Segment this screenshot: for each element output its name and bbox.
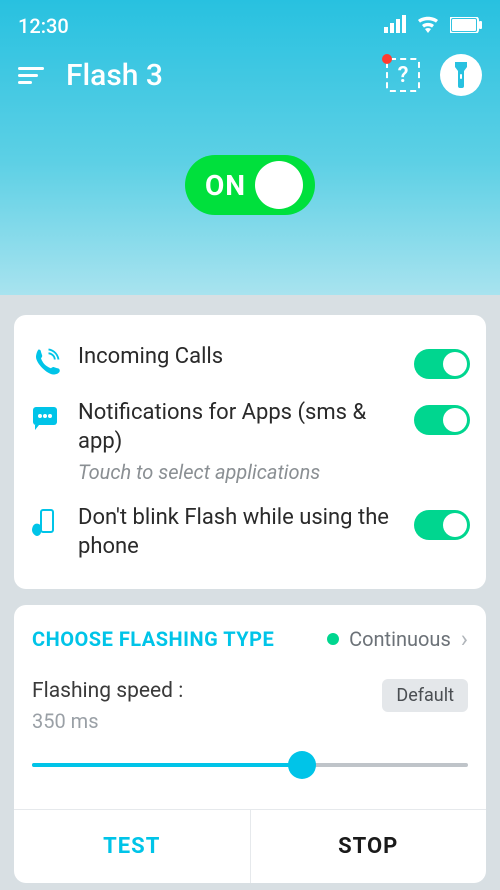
- chevron-right-icon: ›: [461, 625, 468, 653]
- stop-button[interactable]: STOP: [251, 810, 487, 883]
- setting-title: Incoming Calls: [78, 343, 398, 372]
- master-toggle[interactable]: ON: [185, 155, 315, 215]
- setting-title: Don't blink Flash while using the phone: [78, 504, 398, 561]
- flashing-type-value: Continuous: [349, 627, 451, 651]
- setting-subtitle: Touch to select applications: [78, 460, 398, 484]
- battery-icon: [450, 14, 482, 38]
- toggle-incoming-calls[interactable]: [414, 349, 470, 379]
- flashing-type-card: CHOOSE FLASHING TYPE Continuous › Flashi…: [14, 605, 486, 883]
- toggle-dont-blink[interactable]: [414, 510, 470, 540]
- action-row: TEST STOP: [14, 809, 486, 883]
- notification-dot-icon: [382, 54, 392, 64]
- default-button[interactable]: Default: [382, 679, 468, 712]
- flashlight-icon: [451, 62, 471, 88]
- toggle-notifications[interactable]: [414, 405, 470, 435]
- signal-icon: [384, 14, 406, 38]
- phone-icon: [30, 347, 62, 377]
- setting-row-notifications[interactable]: Notifications for Apps (sms & app) Touch…: [30, 389, 470, 494]
- status-dot-icon: [327, 633, 339, 645]
- help-icon: ?: [386, 58, 420, 92]
- flashlight-button[interactable]: [440, 54, 482, 96]
- speed-label: Flashing speed :: [32, 679, 183, 703]
- flashing-type-selector[interactable]: CHOOSE FLASHING TYPE Continuous ›: [32, 625, 468, 653]
- speed-value: 350 ms: [32, 709, 183, 733]
- slider-thumb-icon: [288, 751, 316, 779]
- toggle-knob-icon: [255, 161, 303, 209]
- menu-icon[interactable]: [18, 67, 44, 84]
- app-title: Flash 3: [66, 58, 386, 93]
- slider-fill: [32, 763, 302, 767]
- settings-card: Incoming Calls Notifications for Apps (s…: [14, 315, 486, 589]
- speed-slider[interactable]: [32, 745, 468, 785]
- speed-row: Flashing speed : 350 ms Default: [32, 679, 468, 733]
- status-time: 12:30: [18, 14, 69, 38]
- test-button[interactable]: TEST: [14, 810, 251, 883]
- setting-row-dont-blink[interactable]: Don't blink Flash while using the phone: [30, 494, 470, 571]
- app-toolbar: Flash 3 ?: [0, 42, 500, 96]
- setting-title: Notifications for Apps (sms & app): [78, 399, 398, 456]
- status-bar: 12:30: [0, 10, 500, 42]
- app-header: 12:30 Flash 3 ? ON: [0, 0, 500, 295]
- flashing-type-header: CHOOSE FLASHING TYPE: [32, 627, 274, 651]
- wifi-icon: [416, 14, 440, 38]
- content-area: Incoming Calls Notifications for Apps (s…: [0, 295, 500, 883]
- master-toggle-label: ON: [205, 169, 246, 202]
- help-button[interactable]: ?: [386, 58, 420, 92]
- status-icons: [384, 14, 482, 38]
- chat-icon: [30, 403, 62, 431]
- hand-phone-icon: [30, 508, 62, 538]
- setting-row-incoming-calls[interactable]: Incoming Calls: [30, 333, 470, 389]
